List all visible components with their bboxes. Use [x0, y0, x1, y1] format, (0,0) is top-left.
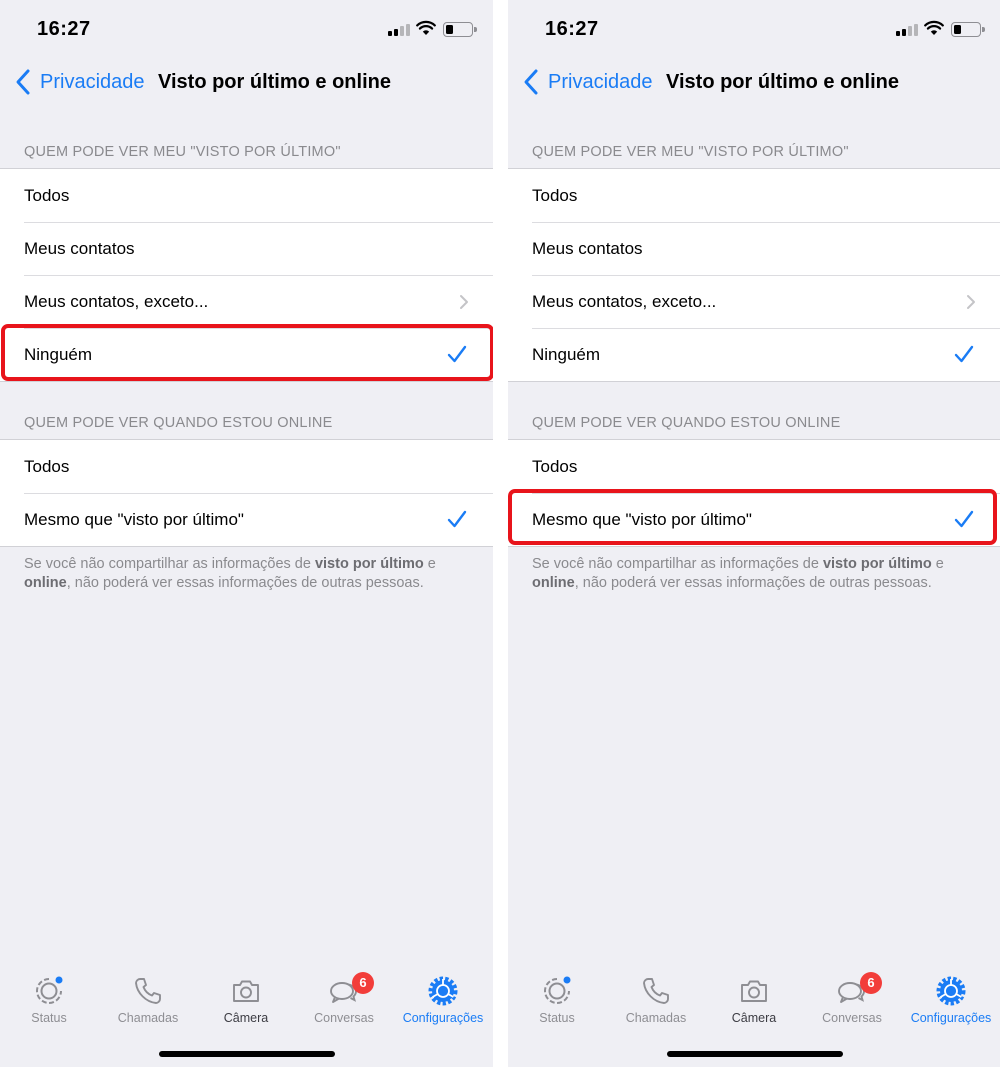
- cellular-signal-icon: [388, 24, 412, 36]
- battery-icon: [443, 22, 477, 37]
- gear-icon: [428, 976, 458, 1006]
- chevron-left-icon: [524, 69, 538, 95]
- status-bar: 16:27: [508, 0, 1000, 56]
- online-options: Todos Mesmo que "visto por último": [508, 439, 1000, 547]
- option-label: Mesmo que "visto por último": [532, 509, 752, 529]
- tab-chamadas[interactable]: Chamadas: [607, 968, 705, 1025]
- status-icon: [544, 976, 571, 1004]
- tab-chamadas[interactable]: Chamadas: [99, 968, 197, 1025]
- last-seen-options: Todos Meus contatos Meus contatos, excet…: [508, 168, 1000, 382]
- chevron-right-icon: [967, 295, 975, 309]
- unread-badge: 6: [860, 972, 882, 994]
- navigation-bar: Privacidade Visto por último e online: [508, 60, 1000, 108]
- unread-badge: 6: [352, 972, 374, 994]
- section-header-online: QUEM PODE VER QUANDO ESTOU ONLINE: [532, 415, 841, 431]
- tab-label: Chamadas: [625, 1011, 687, 1025]
- option-label: Todos: [532, 456, 578, 476]
- option-ninguem[interactable]: Ninguém: [0, 328, 493, 381]
- status-time: 16:27: [37, 18, 91, 40]
- home-indicator[interactable]: [159, 1051, 335, 1057]
- section-header-online: QUEM PODE VER QUANDO ESTOU ONLINE: [24, 415, 333, 431]
- option-meus-contatos[interactable]: Meus contatos: [0, 222, 493, 275]
- gear-icon: [936, 976, 966, 1006]
- wifi-icon: [924, 20, 944, 35]
- tab-label: Conversas: [822, 1011, 882, 1025]
- option-label: Meus contatos: [532, 238, 643, 258]
- tab-label: Configurações: [402, 1011, 484, 1025]
- option-label: Meus contatos, exceto...: [532, 291, 717, 311]
- option-label: Meus contatos: [24, 238, 135, 258]
- last-seen-options: Todos Meus contatos Meus contatos, excet…: [0, 168, 493, 382]
- checkmark-icon: [447, 345, 467, 363]
- option-mesmo-que-visto[interactable]: Mesmo que "visto por último": [508, 493, 1000, 546]
- cellular-signal-icon: [896, 24, 920, 36]
- tab-camera[interactable]: Câmera: [705, 968, 803, 1025]
- wifi-icon: [416, 20, 436, 35]
- page-title: Visto por último e online: [666, 71, 899, 93]
- phone-screen-left: 16:27 Privacidade Visto por último e onl…: [0, 0, 493, 1067]
- phone-screen-right: 16:27 Privacidade Visto por último e onl…: [508, 0, 1000, 1067]
- option-label: Todos: [24, 456, 70, 476]
- tab-label: Status: [539, 1011, 575, 1025]
- privacy-footnote: Se você não compartilhar as informações …: [532, 556, 944, 591]
- section-header-last-seen: QUEM PODE VER MEU "VISTO POR ÚLTIMO": [532, 144, 849, 160]
- option-label: Todos: [532, 185, 578, 205]
- checkmark-icon: [954, 345, 974, 363]
- tab-configuracoes[interactable]: Configurações: [902, 968, 1000, 1025]
- chevron-right-icon: [460, 295, 468, 309]
- tab-conversas[interactable]: 6 Conversas: [295, 968, 393, 1025]
- option-label: Ninguém: [532, 344, 601, 364]
- option-todos[interactable]: Todos: [0, 440, 493, 493]
- status-bar: 16:27: [0, 0, 493, 56]
- page-title: Visto por último e online: [158, 71, 391, 93]
- tab-label: Chamadas: [117, 1011, 179, 1025]
- checkmark-icon: [954, 510, 974, 528]
- tab-status[interactable]: Status: [0, 968, 98, 1025]
- back-button-label: Privacidade: [548, 70, 653, 93]
- camera-icon: [233, 980, 259, 1002]
- tab-label: Status: [31, 1011, 67, 1025]
- option-mesmo-que-visto[interactable]: Mesmo que "visto por último": [0, 493, 493, 546]
- back-button-label: Privacidade: [40, 70, 145, 93]
- status-time: 16:27: [545, 18, 599, 40]
- option-meus-contatos[interactable]: Meus contatos: [508, 222, 1000, 275]
- tab-label: Configurações: [910, 1011, 992, 1025]
- tab-label: Câmera: [223, 1011, 269, 1025]
- option-meus-contatos-exceto[interactable]: Meus contatos, exceto...: [0, 275, 493, 328]
- chevron-left-icon: [16, 69, 30, 95]
- online-options: Todos Mesmo que "visto por último": [0, 439, 493, 547]
- camera-icon: [741, 980, 767, 1002]
- navigation-bar: Privacidade Visto por último e online: [0, 60, 493, 108]
- back-button[interactable]: Privacidade: [14, 68, 145, 96]
- tab-label: Câmera: [731, 1011, 777, 1025]
- section-header-last-seen: QUEM PODE VER MEU "VISTO POR ÚLTIMO": [24, 144, 341, 160]
- privacy-footnote: Se você não compartilhar as informações …: [24, 556, 436, 591]
- back-button[interactable]: Privacidade: [522, 68, 653, 96]
- tab-camera[interactable]: Câmera: [197, 968, 295, 1025]
- tab-conversas[interactable]: 6 Conversas: [803, 968, 901, 1025]
- option-todos[interactable]: Todos: [0, 169, 493, 222]
- battery-icon: [951, 22, 985, 37]
- option-label: Todos: [24, 185, 70, 205]
- option-ninguem[interactable]: Ninguém: [508, 328, 1000, 381]
- phone-icon: [643, 978, 669, 1004]
- option-label: Ninguém: [24, 344, 93, 364]
- phone-icon: [135, 978, 161, 1004]
- checkmark-icon: [447, 510, 467, 528]
- home-indicator[interactable]: [667, 1051, 843, 1057]
- status-icon: [36, 976, 63, 1004]
- option-label: Meus contatos, exceto...: [24, 291, 209, 311]
- option-meus-contatos-exceto[interactable]: Meus contatos, exceto...: [508, 275, 1000, 328]
- option-todos[interactable]: Todos: [508, 169, 1000, 222]
- tab-configuracoes[interactable]: Configurações: [394, 968, 492, 1025]
- tab-status[interactable]: Status: [508, 968, 606, 1025]
- option-label: Mesmo que "visto por último": [24, 509, 244, 529]
- tab-label: Conversas: [314, 1011, 374, 1025]
- option-todos[interactable]: Todos: [508, 440, 1000, 493]
